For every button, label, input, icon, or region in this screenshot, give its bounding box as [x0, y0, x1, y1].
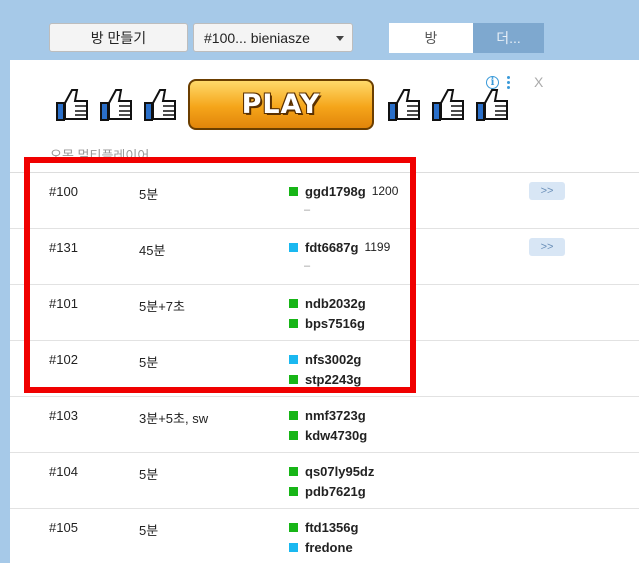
player-entry[interactable]: fdt6687g 1199 — [289, 239, 390, 255]
thumbs-up-icon — [388, 89, 420, 121]
status-dot-icon — [289, 354, 298, 364]
time-control: 5분 — [139, 523, 159, 538]
room-number: #104 — [49, 464, 78, 479]
room-number: #102 — [49, 352, 78, 367]
room-number: #100 — [49, 184, 78, 199]
create-room-button[interactable]: 방 만들기 — [49, 23, 188, 52]
join-room-button[interactable]: >> — [529, 182, 565, 200]
room-list: #100 5분 ggd1798g 1200 – >> #131 45분 fdt6687g 1199… — [10, 173, 639, 563]
player-name: stp2243g — [305, 371, 362, 387]
player-rating: 1200 — [371, 184, 399, 198]
play-button[interactable]: PLAY — [188, 79, 374, 130]
status-dot-icon — [289, 486, 298, 496]
player-entry[interactable]: ndb2032g — [289, 295, 366, 311]
player-entry[interactable]: nmf3723g — [289, 407, 366, 423]
status-dot-icon — [289, 522, 298, 532]
player-name: fdt6687g — [305, 239, 359, 255]
status-dot-icon — [289, 298, 298, 308]
status-dot-icon — [289, 374, 298, 384]
top-toolbar: 방 만들기 #100... bieniasze 방 더... — [0, 0, 639, 60]
player-name: pdb7621g — [305, 483, 366, 499]
room-row[interactable]: #102 5분 nfs3002g stp2243g — [10, 341, 639, 397]
room-row[interactable]: #103 3분+5초, sw nmf3723g kdw4730g — [10, 397, 639, 453]
status-dot-icon — [289, 186, 298, 196]
time-control: 5분+7초 — [139, 299, 185, 314]
join-room-button[interactable]: >> — [529, 238, 565, 256]
room-row[interactable]: #100 5분 ggd1798g 1200 – >> — [10, 173, 639, 229]
chevron-down-icon — [336, 36, 344, 41]
player-entry[interactable]: qs07ly95dz — [289, 463, 374, 479]
player-entry[interactable]: bps7516g — [289, 315, 365, 331]
room-select-value: #100... bieniasze — [204, 29, 310, 46]
room-number: #101 — [49, 296, 78, 311]
player-entry[interactable]: nfs3002g — [289, 351, 361, 367]
ad-close-button[interactable]: X — [534, 74, 543, 90]
status-dot-icon — [289, 410, 298, 420]
thumbs-up-icon — [56, 89, 88, 121]
time-control: 3분+5초, sw — [139, 411, 209, 426]
player-entry[interactable]: ggd1798g 1200 — [289, 183, 398, 199]
ad-info-icon[interactable]: i — [486, 76, 499, 89]
room-row[interactable]: #104 5분 qs07ly95dz pdb7621g — [10, 453, 639, 509]
room-row[interactable]: #101 5분+7초 ndb2032g bps7516g — [10, 285, 639, 341]
player-name: bps7516g — [305, 315, 365, 331]
open-seat-placeholder: – — [304, 260, 311, 272]
room-row[interactable]: #131 45분 fdt6687g 1199 – >> — [10, 229, 639, 285]
player-entry[interactable]: stp2243g — [289, 371, 361, 387]
player-name: ftd1356g — [305, 519, 359, 535]
status-dot-icon — [289, 430, 298, 440]
room-number: #105 — [49, 520, 78, 535]
thumbs-up-icon — [144, 89, 176, 121]
section-title: 오목 멀티플레이어 — [50, 148, 150, 163]
thumbs-up-icon — [100, 89, 132, 121]
time-control: 5분 — [139, 355, 159, 370]
room-number: #131 — [49, 240, 78, 255]
room-row[interactable]: #105 5분 ftd1356g fredone — [10, 509, 639, 563]
thumbs-up-icon — [476, 89, 508, 121]
player-entry[interactable]: ftd1356g — [289, 519, 358, 535]
time-control: 45분 — [139, 243, 166, 258]
open-seat-placeholder: – — [304, 204, 311, 216]
player-entry[interactable]: fredone — [289, 539, 353, 555]
player-entry[interactable]: kdw4730g — [289, 427, 367, 443]
room-select-dropdown[interactable]: #100... bieniasze — [193, 23, 353, 52]
room-number: #103 — [49, 408, 78, 423]
time-control: 5분 — [139, 467, 159, 482]
time-control: 5분 — [139, 187, 159, 202]
player-name: nfs3002g — [305, 351, 362, 367]
player-name: qs07ly95dz — [305, 463, 375, 479]
status-dot-icon — [289, 242, 298, 252]
player-name: ggd1798g — [305, 183, 366, 199]
player-name: ndb2032g — [305, 295, 366, 311]
status-dot-icon — [289, 318, 298, 328]
thumbs-up-icon — [432, 89, 464, 121]
ad-banner[interactable]: PLAY — [55, 78, 515, 132]
status-dot-icon — [289, 466, 298, 476]
tab-more[interactable]: 더... — [473, 23, 544, 53]
player-name: nmf3723g — [305, 407, 366, 423]
ad-menu-icon[interactable] — [507, 76, 511, 90]
player-rating: 1199 — [364, 240, 391, 254]
player-name: kdw4730g — [305, 427, 368, 443]
player-entry[interactable]: pdb7621g — [289, 483, 366, 499]
status-dot-icon — [289, 542, 298, 552]
tab-room[interactable]: 방 — [389, 23, 473, 53]
player-name: fredone — [305, 539, 353, 555]
